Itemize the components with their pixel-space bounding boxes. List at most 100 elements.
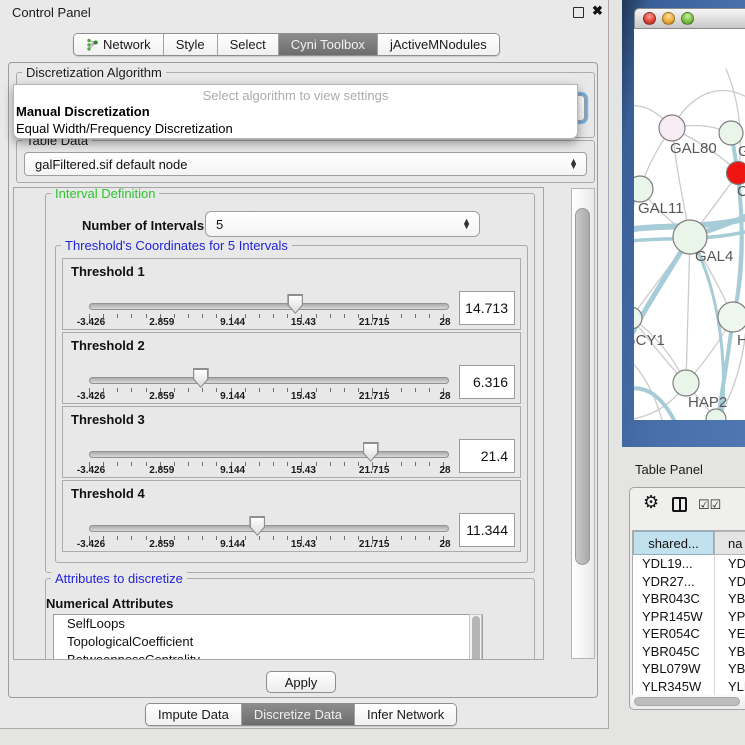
dropdown-prompt-item[interactable]: Select algorithm to view settings — [14, 85, 577, 103]
slider-tick — [216, 462, 217, 466]
slider-tick — [202, 536, 203, 540]
network-canvas[interactable]: GAL80 G GAL11 C GAL4 GCY1 H HAP2 — [634, 29, 745, 420]
threshold-slider-thumb[interactable] — [193, 368, 209, 388]
table-header-shared-name[interactable]: shared... — [633, 531, 714, 555]
table-horizontal-scrollbar[interactable] — [631, 695, 745, 708]
slider-tick — [146, 462, 147, 466]
table-row[interactable]: YBL079WYBL0 — [633, 660, 745, 678]
tab-infer-network[interactable]: Infer Network — [355, 704, 456, 725]
column-layout-icon[interactable] — [672, 497, 687, 512]
threshold-value-field[interactable]: 21.4 — [459, 439, 515, 473]
threshold-slider-thumb[interactable] — [363, 442, 379, 462]
network-node-selected-red[interactable] — [727, 162, 745, 185]
table-row[interactable]: YLR345WYLR3 — [633, 678, 745, 696]
table-cell-shared-name[interactable]: YDL19... — [633, 555, 714, 573]
tab-discretize-data-label: Discretize Data — [254, 707, 342, 722]
threshold-slider-track[interactable] — [89, 525, 449, 532]
number-of-intervals-combobox[interactable]: 5 ▲▼ — [205, 211, 480, 237]
zoom-traffic-light[interactable] — [681, 12, 694, 25]
threshold-slider-thumb[interactable] — [249, 516, 265, 536]
table-cell-name[interactable]: YDR2 — [714, 573, 745, 591]
table-row[interactable]: YDL19...YDL1 — [633, 555, 745, 573]
tab-impute-data[interactable]: Impute Data — [146, 704, 242, 725]
threshold-value-field[interactable]: 14.713 — [459, 291, 515, 325]
settings-vertical-scrollbar[interactable] — [571, 188, 595, 659]
slider-tick — [330, 536, 331, 540]
attribute-list-item[interactable]: TopologicalCoefficient — [54, 633, 482, 651]
table-horizontal-scrollbar-thumb[interactable] — [634, 697, 740, 706]
slider-tick — [216, 314, 217, 318]
dropdown-option-equal-width[interactable]: Equal Width/Frequency Discretization — [14, 120, 577, 137]
network-node[interactable] — [673, 370, 699, 396]
network-window-titlebar[interactable] — [634, 8, 745, 29]
close-traffic-light[interactable] — [643, 12, 656, 25]
table-cell-shared-name[interactable]: YLR345W — [633, 678, 714, 696]
tab-style[interactable]: Style — [164, 34, 218, 55]
attribute-list-item[interactable]: SelfLoops — [54, 615, 482, 633]
node-label-partial-c: C — [737, 183, 745, 200]
table-row[interactable]: YBR045CYBR0 — [633, 643, 745, 661]
table-cell-shared-name[interactable]: YBR043C — [633, 590, 714, 608]
network-node[interactable] — [659, 115, 685, 141]
table-cell-name[interactable]: YBR0 — [714, 643, 745, 661]
checkbox-columns-icon[interactable]: ☑☑ — [698, 497, 721, 513]
attributes-list-scrollbar[interactable] — [469, 614, 482, 660]
minimize-traffic-light[interactable] — [662, 12, 675, 25]
table-row[interactable]: YDR27...YDR2 — [633, 573, 745, 591]
threshold-slider-thumb[interactable] — [287, 294, 303, 314]
threshold-value-field[interactable]: 11.344 — [459, 513, 515, 547]
discretization-algorithm-group-title: Discretization Algorithm — [22, 65, 166, 80]
network-node[interactable] — [718, 302, 745, 332]
tab-network[interactable]: Network — [74, 34, 164, 55]
apply-button[interactable]: Apply — [266, 671, 336, 693]
slider-scale-label: 15.43 — [291, 465, 316, 476]
slider-tick — [202, 314, 203, 318]
table-cell-shared-name[interactable]: YBR045C — [633, 643, 714, 661]
slider-scale-label: -3.426 — [77, 539, 105, 550]
attributes-list-scrollbar-thumb[interactable] — [472, 616, 480, 660]
table-header-name[interactable]: na — [714, 531, 745, 555]
table-row[interactable]: YER054CYER0 — [633, 625, 745, 643]
table-cell-shared-name[interactable]: YER054C — [633, 625, 714, 643]
table-cell-name[interactable]: YPR1 — [714, 608, 745, 626]
gear-icon[interactable]: ⚙ — [643, 492, 659, 513]
table-cell-name[interactable]: YBR0 — [714, 590, 745, 608]
tab-cyni-toolbox[interactable]: Cyni Toolbox — [279, 34, 378, 55]
tab-discretize-data[interactable]: Discretize Data — [242, 704, 355, 725]
table-cell-name[interactable]: YLR3 — [714, 678, 745, 696]
threshold-slider-track[interactable] — [89, 451, 449, 458]
slider-scale-label: 9.144 — [220, 465, 245, 476]
table-row[interactable]: YPR145WYPR1 — [633, 608, 745, 626]
table-row[interactable]: YBR043CYBR0 — [633, 590, 745, 608]
dropdown-option-manual-discretization[interactable]: Manual Discretization — [14, 103, 577, 120]
attribute-list-item[interactable]: BetweennessCentrality — [54, 651, 482, 660]
slider-scale-label: 2.859 — [149, 391, 174, 402]
threshold-value-field[interactable]: 6.316 — [459, 365, 515, 399]
node-label-gal11: GAL11 — [638, 200, 684, 217]
float-window-icon[interactable] — [573, 7, 584, 18]
network-node[interactable] — [634, 176, 653, 202]
slider-scale-label: 28 — [439, 317, 450, 328]
numerical-attributes-label: Numerical Attributes — [46, 596, 173, 611]
table-cell-shared-name[interactable]: YDR27... — [633, 573, 714, 591]
table-cell-shared-name[interactable]: YPR145W — [633, 608, 714, 626]
table-data-combobox[interactable]: galFiltered.sif default node ▲▼ — [24, 152, 587, 176]
settings-scroll-viewport: Interval Definition Number of Intervals … — [13, 187, 544, 660]
slider-tick — [429, 536, 430, 540]
slider-scale-label: 2.859 — [149, 539, 174, 550]
slider-tick — [216, 388, 217, 392]
table-cell-name[interactable]: YBL0 — [714, 660, 745, 678]
slider-tick — [259, 388, 260, 392]
table-cell-name[interactable]: YDL1 — [714, 555, 745, 573]
settings-scrollbar-thumb[interactable] — [575, 208, 590, 565]
tab-select[interactable]: Select — [218, 34, 279, 55]
threshold-slider-track[interactable] — [89, 303, 449, 310]
slider-tick — [202, 462, 203, 466]
table-cell-shared-name[interactable]: YBL079W — [633, 660, 714, 678]
slider-scale-label: -3.426 — [77, 465, 105, 476]
network-node[interactable] — [719, 121, 743, 145]
table-cell-name[interactable]: YER0 — [714, 625, 745, 643]
tab-jactivemnodules[interactable]: jActiveMNodules — [378, 34, 499, 55]
threshold-slider-track[interactable] — [89, 377, 449, 384]
close-icon[interactable]: ✖ — [592, 3, 603, 19]
